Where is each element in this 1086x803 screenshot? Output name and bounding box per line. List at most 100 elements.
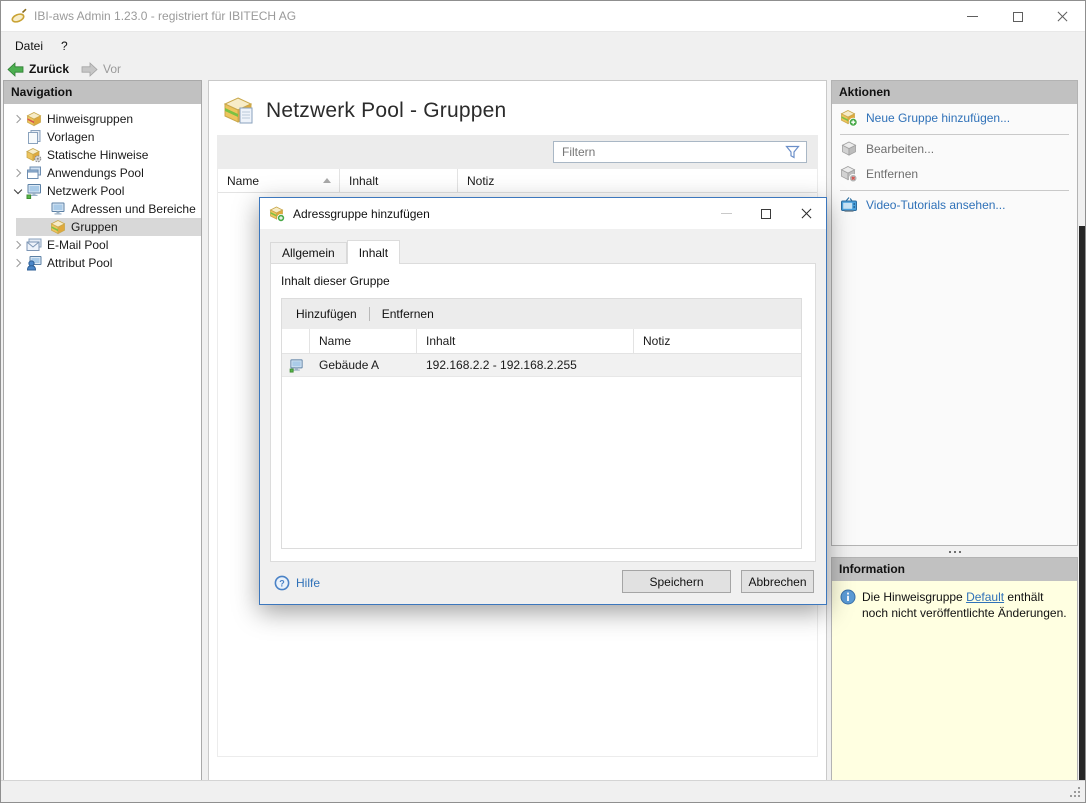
column-label: Notiz xyxy=(467,174,494,188)
help-label: Hilfe xyxy=(296,576,320,590)
filter-funnel-icon[interactable] xyxy=(785,145,800,159)
dialog-title: Adressgruppe hinzufügen xyxy=(293,207,430,221)
navigation-panel: Navigation Hinweisgruppen Vorlagen xyxy=(3,80,202,781)
info-icon xyxy=(840,589,856,605)
information-header: Information xyxy=(832,558,1077,581)
default-group-link[interactable]: Default xyxy=(966,590,1004,604)
filter-input[interactable] xyxy=(554,145,785,159)
sidebar-item-email-pool[interactable]: E-Mail Pool xyxy=(4,236,201,254)
sidebar-item-vorlagen[interactable]: Vorlagen xyxy=(4,128,201,146)
expand-chevron-icon[interactable] xyxy=(9,116,26,122)
address-monitor-icon xyxy=(289,358,304,373)
sidebar-item-anwendungs-pool[interactable]: Anwendungs Pool xyxy=(4,164,201,182)
filter-input-box xyxy=(553,141,807,163)
save-button[interactable]: Speichern xyxy=(622,570,731,593)
cell-inhalt: 192.168.2.2 - 192.168.2.255 xyxy=(417,354,634,376)
information-panel: Information Die Hinweisgruppe Default en… xyxy=(831,557,1078,781)
static-notices-cube-gear-icon xyxy=(26,147,42,163)
maximize-icon xyxy=(761,209,771,219)
sidebar-item-attribut-pool[interactable]: Attribut Pool xyxy=(4,254,201,272)
collapse-chevron-icon[interactable] xyxy=(9,187,26,195)
sidebar-item-netzwerk-pool[interactable]: Netzwerk Pool xyxy=(4,182,201,200)
column-header-notiz[interactable]: Notiz xyxy=(458,169,817,192)
help-icon: ? xyxy=(274,575,290,591)
cancel-button[interactable]: Abbrechen xyxy=(741,570,814,593)
dialog-maximize-button[interactable] xyxy=(746,198,786,229)
action-new-group[interactable]: Neue Gruppe hinzufügen... xyxy=(832,107,1077,129)
tab-page-inhalt: Inhalt dieser Gruppe Hinzufügen Entferne… xyxy=(270,263,816,562)
menu-datei[interactable]: Datei xyxy=(6,35,52,57)
forward-button[interactable]: Vor xyxy=(75,58,127,80)
add-group-cube-plus-icon xyxy=(269,206,285,222)
filter-toolbar xyxy=(217,135,818,168)
tv-icon xyxy=(840,196,858,214)
splitter-dots-icon xyxy=(949,551,951,553)
action-video-tutorials[interactable]: Video-Tutorials ansehen... xyxy=(832,194,1077,216)
groups-cube-icon xyxy=(50,219,66,235)
maximize-button[interactable] xyxy=(995,1,1040,32)
background-window-edge xyxy=(1079,226,1086,782)
expand-chevron-icon[interactable] xyxy=(9,260,26,266)
column-header-name[interactable]: Name xyxy=(218,169,340,192)
sidebar-item-label: Netzwerk Pool xyxy=(47,184,124,198)
status-bar xyxy=(1,780,1085,802)
group-content-table: Hinzufügen Entfernen Name Inhalt Notiz xyxy=(281,298,802,549)
minimize-icon xyxy=(967,16,978,17)
column-header-notiz[interactable]: Notiz xyxy=(634,329,801,353)
close-button[interactable] xyxy=(1040,1,1085,32)
minimize-button[interactable] xyxy=(950,1,995,32)
notice-groups-cube-icon xyxy=(26,111,42,127)
dialog-close-button[interactable] xyxy=(786,198,826,229)
table-row-gebaeude-a[interactable]: Gebäude A 192.168.2.2 - 192.168.2.255 xyxy=(282,354,801,377)
action-label: Video-Tutorials ansehen... xyxy=(866,198,1005,212)
sidebar-item-hinweisgruppen[interactable]: Hinweisgruppen xyxy=(4,110,201,128)
help-link[interactable]: ? Hilfe xyxy=(274,575,320,591)
remove-entry-button[interactable]: Entfernen xyxy=(380,305,436,323)
column-label: Name xyxy=(227,174,259,188)
navigation-header: Navigation xyxy=(4,81,201,104)
attribute-person-icon xyxy=(26,255,42,271)
window-titlebar: IBI-aws Admin 1.23.0 - registriert für I… xyxy=(1,1,1085,32)
forward-arrow-icon xyxy=(81,62,98,77)
address-monitor-icon xyxy=(50,201,66,217)
close-icon xyxy=(1057,11,1068,22)
action-remove[interactable]: Entfernen xyxy=(832,163,1077,185)
dialog-minimize-button[interactable] xyxy=(706,198,746,229)
info-message: Die Hinweisgruppe Default enthält noch n… xyxy=(862,589,1067,621)
column-header-name[interactable]: Name xyxy=(310,329,417,353)
forward-label: Vor xyxy=(103,62,121,76)
column-label: Inhalt xyxy=(349,174,378,188)
action-label: Entfernen xyxy=(866,167,918,181)
back-button[interactable]: Zurück xyxy=(1,58,75,80)
resize-grip-icon[interactable] xyxy=(1068,785,1080,797)
sidebar-item-adressen-und-bereiche[interactable]: Adressen und Bereiche xyxy=(4,200,201,218)
navigation-tree: Hinweisgruppen Vorlagen xyxy=(4,104,201,272)
column-header-inhalt[interactable]: Inhalt xyxy=(340,169,458,192)
expand-chevron-icon[interactable] xyxy=(9,242,26,248)
menu-help[interactable]: ? xyxy=(52,35,77,57)
menubar: Datei ? xyxy=(1,33,1085,58)
table-header-row: Name Inhalt Notiz xyxy=(218,169,817,193)
dialog-table-header-row: Name Inhalt Notiz xyxy=(282,329,801,354)
panel-splitter[interactable] xyxy=(831,546,1078,557)
tab-allgemein[interactable]: Allgemein xyxy=(270,242,347,263)
add-address-group-dialog: Adressgruppe hinzufügen Allgemein Inhalt… xyxy=(259,197,827,605)
sidebar-item-gruppen[interactable]: Gruppen xyxy=(16,218,201,236)
add-entry-button[interactable]: Hinzufügen xyxy=(294,305,359,323)
sidebar-item-label: Vorlagen xyxy=(47,130,94,144)
sidebar-item-label: Attribut Pool xyxy=(47,256,112,270)
window-title: IBI-aws Admin 1.23.0 - registriert für I… xyxy=(34,9,296,23)
info-text-before: Die Hinweisgruppe xyxy=(862,590,966,604)
maximize-icon xyxy=(1013,12,1023,22)
tab-inhalt[interactable]: Inhalt xyxy=(347,240,400,264)
right-column: Aktionen Neue Gruppe hinzufügen... xyxy=(831,80,1078,781)
sidebar-item-label: E-Mail Pool xyxy=(47,238,108,252)
action-edit[interactable]: Bearbeiten... xyxy=(832,138,1077,160)
svg-text:?: ? xyxy=(279,578,285,588)
app-window: IBI-aws Admin 1.23.0 - registriert für I… xyxy=(0,0,1086,803)
network-monitor-icon xyxy=(26,183,42,199)
cell-name: Gebäude A xyxy=(310,354,417,376)
expand-chevron-icon[interactable] xyxy=(9,170,26,176)
sidebar-item-statische-hinweise[interactable]: Statische Hinweise xyxy=(4,146,201,164)
column-header-inhalt[interactable]: Inhalt xyxy=(417,329,634,353)
